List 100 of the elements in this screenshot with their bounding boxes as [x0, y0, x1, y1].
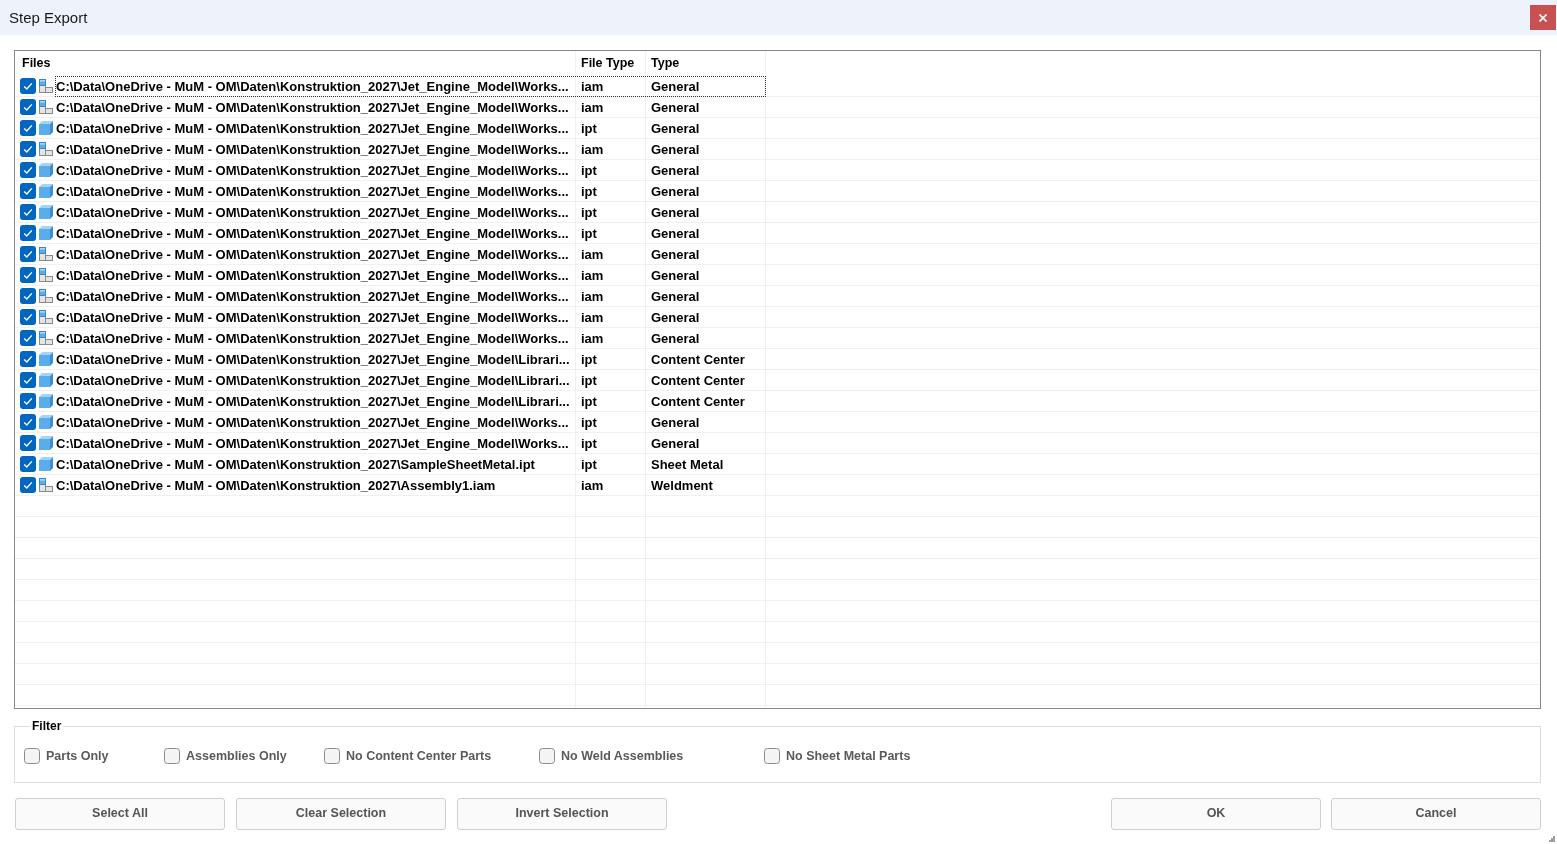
table-cell: Content Center: [651, 372, 745, 388]
checkbox[interactable]: [20, 435, 36, 451]
table-cell: iam: [581, 78, 604, 94]
blocks-icon: [39, 289, 53, 303]
table-cell: C:\Data\OneDrive - MuM - OM\Daten\Konstruktion_2027\Jet_Engine_Model\Librari...: [56, 393, 570, 409]
table-row[interactable]: C:\Data\OneDrive - MuM - OM\Daten\Konstruktion_2027\Jet_Engine_Model\Works... iam General: [15, 76, 1540, 97]
table-cell: Weldment: [651, 477, 713, 493]
checkbox[interactable]: [20, 288, 36, 304]
table-row[interactable]: C:\Data\OneDrive - MuM - OM\Daten\Konstruktion_2027\Jet_Engine_Model\Works... ipt General: [15, 202, 1540, 223]
cube-icon: [39, 352, 53, 366]
table-cell: iam: [581, 141, 604, 157]
action-button[interactable]: Clear Selection: [236, 797, 446, 830]
column-header[interactable]: Type: [651, 54, 680, 73]
checkbox[interactable]: [20, 477, 36, 493]
table-cell: C:\Data\OneDrive - MuM - OM\Daten\Konstruktion_2027\Assembly1.iam: [56, 477, 496, 493]
table-cell: C:\Data\OneDrive - MuM - OM\Daten\Konstruktion_2027\Jet_Engine_Model\Librari...: [56, 372, 570, 388]
table-cell: C:\Data\OneDrive - MuM - OM\Daten\Konstruktion_2027\Jet_Engine_Model\Works...: [56, 435, 569, 451]
table-row[interactable]: C:\Data\OneDrive - MuM - OM\Daten\Konstruktion_2027\Jet_Engine_Model\Works... iam General: [15, 265, 1540, 286]
table-cell: Sheet Metal: [651, 456, 724, 472]
checkbox[interactable]: [20, 141, 36, 157]
cube-icon: [39, 373, 53, 387]
cube-icon: [39, 121, 53, 135]
blocks-icon: [39, 310, 53, 324]
table-cell: General: [651, 141, 700, 157]
table-cell: ipt: [581, 204, 597, 220]
table-row[interactable]: C:\Data\OneDrive - MuM - OM\Daten\Konstruktion_2027\Jet_Engine_Model\Librari... ipt Content Center: [15, 370, 1540, 391]
table-row[interactable]: C:\Data\OneDrive - MuM - OM\Daten\Konstruktion_2027\Jet_Engine_Model\Works... iam General: [15, 97, 1540, 118]
column-header[interactable]: File Type: [581, 54, 635, 73]
table-row[interactable]: C:\Data\OneDrive - MuM - OM\Daten\Konstruktion_2027\Jet_Engine_Model\Librari... ipt Content Center: [15, 391, 1540, 412]
checkbox[interactable]: [20, 267, 36, 283]
checkbox[interactable]: [20, 309, 36, 325]
dialog-button[interactable]: Cancel: [1331, 797, 1541, 830]
table-row[interactable]: C:\Data\OneDrive - MuM - OM\Daten\Konstruktion_2027\Jet_Engine_Model\Works... ipt General: [15, 181, 1540, 202]
table-cell: General: [651, 225, 700, 241]
checkbox-label[interactable]: Parts Only: [46, 747, 109, 766]
table-row[interactable]: C:\Data\OneDrive - MuM - OM\Daten\Konstruktion_2027\Jet_Engine_Model\Works... iam General: [15, 286, 1540, 307]
checkbox[interactable]: [20, 330, 36, 346]
close-button[interactable]: [1530, 5, 1556, 30]
checkbox[interactable]: [20, 225, 36, 241]
cube-icon: [39, 457, 53, 471]
checkbox[interactable]: [20, 204, 36, 220]
table-cell: ipt: [581, 456, 597, 472]
table-cell: General: [651, 78, 700, 94]
table-cell: C:\Data\OneDrive - MuM - OM\Daten\Konstruktion_2027\Jet_Engine_Model\Works...: [56, 120, 569, 136]
cube-icon: [39, 415, 53, 429]
checkbox[interactable]: [20, 183, 36, 199]
cube-icon: [39, 226, 53, 240]
table-row[interactable]: C:\Data\OneDrive - MuM - OM\Daten\Konstruktion_2027\Jet_Engine_Model\Works... ipt General: [15, 412, 1540, 433]
checkbox[interactable]: [20, 414, 36, 430]
table-cell: Content Center: [651, 351, 745, 367]
table-cell: General: [651, 288, 700, 304]
table-row[interactable]: C:\Data\OneDrive - MuM - OM\Daten\Konstruktion_2027\Jet_Engine_Model\Works... iam General: [15, 139, 1540, 160]
checkbox[interactable]: [764, 748, 780, 765]
column-header[interactable]: Files: [22, 54, 51, 73]
table-row[interactable]: C:\Data\OneDrive - MuM - OM\Daten\Konstruktion_2027\Assembly1.iam iam Weldment: [15, 475, 1540, 496]
table-cell: ipt: [581, 393, 597, 409]
checkbox[interactable]: [20, 246, 36, 262]
checkbox[interactable]: [20, 99, 36, 115]
table-cell: ipt: [581, 120, 597, 136]
checkbox-label[interactable]: No Sheet Metal Parts: [786, 747, 911, 766]
checkbox[interactable]: [20, 456, 36, 472]
table-cell: C:\Data\OneDrive - MuM - OM\Daten\Konstruktion_2027\Jet_Engine_Model\Works...: [56, 162, 569, 178]
checkbox[interactable]: [20, 120, 36, 136]
table-row[interactable]: C:\Data\OneDrive - MuM - OM\Daten\Konstruktion_2027\Jet_Engine_Model\Works... ipt General: [15, 433, 1540, 454]
checkbox-label[interactable]: No Weld Assemblies: [561, 747, 684, 766]
checkbox[interactable]: [20, 351, 36, 367]
checkbox[interactable]: [539, 748, 555, 765]
checkbox[interactable]: [164, 748, 180, 765]
checkbox-label[interactable]: No Content Center Parts: [346, 747, 492, 766]
dialog-button[interactable]: OK: [1111, 797, 1321, 830]
table-cell: ipt: [581, 225, 597, 241]
table-cell: C:\Data\OneDrive - MuM - OM\Daten\Konstruktion_2027\Jet_Engine_Model\Works...: [56, 225, 569, 241]
table-row[interactable]: C:\Data\OneDrive - MuM - OM\Daten\Konstruktion_2027\Jet_Engine_Model\Works... ipt General: [15, 223, 1540, 244]
blocks-icon: [39, 247, 53, 261]
checkbox[interactable]: [20, 372, 36, 388]
checkbox[interactable]: [324, 748, 340, 765]
table-row[interactable]: C:\Data\OneDrive - MuM - OM\Daten\Konstruktion_2027\Jet_Engine_Model\Librari... ipt Content Center: [15, 349, 1540, 370]
checkbox-label[interactable]: Assemblies Only: [186, 747, 287, 766]
table-cell: General: [651, 246, 700, 262]
table-cell: General: [651, 267, 700, 283]
blocks-icon: [39, 331, 53, 345]
table-row[interactable]: C:\Data\OneDrive - MuM - OM\Daten\Konstruktion_2027\Jet_Engine_Model\Works... iam General: [15, 244, 1540, 265]
table-row[interactable]: C:\Data\OneDrive - MuM - OM\Daten\Konstruktion_2027\Jet_Engine_Model\Works... ipt General: [15, 160, 1540, 181]
action-button[interactable]: Invert Selection: [457, 797, 667, 830]
checkbox[interactable]: [20, 162, 36, 178]
checkbox[interactable]: [20, 393, 36, 409]
action-button[interactable]: Select All: [15, 797, 225, 830]
table-row[interactable]: C:\Data\OneDrive - MuM - OM\Daten\Konstruktion_2027\SampleSheetMetal.ipt ipt Sheet Metal: [15, 454, 1540, 475]
table-cell: C:\Data\OneDrive - MuM - OM\Daten\Konstruktion_2027\Jet_Engine_Model\Librari...: [56, 351, 570, 367]
checkbox[interactable]: [24, 748, 40, 765]
cube-icon: [39, 184, 53, 198]
table-row[interactable]: C:\Data\OneDrive - MuM - OM\Daten\Konstruktion_2027\Jet_Engine_Model\Works... iam General: [15, 307, 1540, 328]
table-cell: C:\Data\OneDrive - MuM - OM\Daten\Konstruktion_2027\Jet_Engine_Model\Works...: [56, 183, 569, 199]
table-row[interactable]: C:\Data\OneDrive - MuM - OM\Daten\Konstruktion_2027\Jet_Engine_Model\Works... iam General: [15, 328, 1540, 349]
resize-grip-icon[interactable]: [1549, 835, 1555, 842]
cube-icon: [39, 205, 53, 219]
checkbox[interactable]: [20, 78, 36, 94]
table-cell: C:\Data\OneDrive - MuM - OM\Daten\Konstruktion_2027\Jet_Engine_Model\Works...: [56, 246, 569, 262]
table-row[interactable]: C:\Data\OneDrive - MuM - OM\Daten\Konstruktion_2027\Jet_Engine_Model\Works... ipt General: [15, 118, 1540, 139]
table-cell: General: [651, 204, 700, 220]
